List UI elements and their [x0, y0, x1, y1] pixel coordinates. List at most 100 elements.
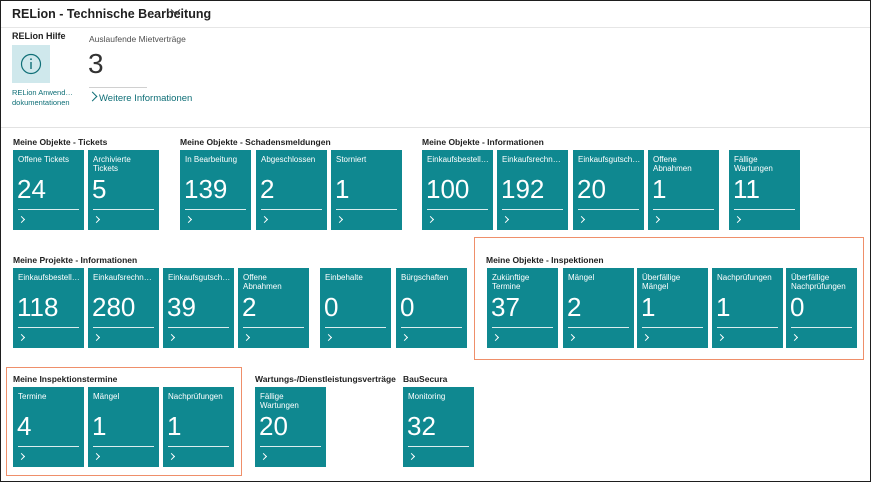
hilfe-documentation-link[interactable]: RELion Anwend… dokumentationen — [12, 88, 73, 108]
mietvertraege-heading: Auslaufende Mietverträge — [89, 34, 186, 44]
kpi-tile-label: Mängel — [568, 273, 595, 282]
chevron-right-icon — [17, 333, 26, 342]
kpi-tile-value: 280 — [92, 292, 136, 322]
kpi-tile[interactable]: Einkaufsgutsch… 39 — [163, 268, 234, 348]
kpi-tile[interactable]: Mängel 2 — [563, 268, 634, 348]
kpi-tile-value: 4 — [17, 411, 32, 441]
kpi-tile-divider — [243, 327, 304, 328]
kpi-tile-value: 39 — [167, 292, 196, 322]
chevron-right-icon — [577, 215, 586, 224]
kpi-tile[interactable]: Nachprüfungen 1 — [163, 387, 234, 467]
kpi-tile-divider — [18, 327, 79, 328]
kpi-tile[interactable]: Einbehalte 0 — [320, 268, 391, 348]
kpi-tile[interactable]: Offene Abnahmen 1 — [648, 150, 719, 230]
kpi-tile-label: Termine — [18, 392, 47, 401]
hilfe-link-line1: RELion Anwend… — [12, 88, 73, 97]
kpi-tile-divider — [18, 446, 79, 447]
kpi-tile-label: Nachprüfungen — [717, 273, 772, 282]
hilfe-tile[interactable] — [12, 45, 50, 83]
section-divider — [1, 127, 870, 128]
kpi-tile[interactable]: Abgeschlossen 2 — [256, 150, 327, 230]
kpi-tile-label: Nachprüfungen — [168, 392, 223, 401]
kpi-tile[interactable]: Einkaufsgutsch… 20 — [573, 150, 644, 230]
kpi-tile[interactable]: Nachprüfungen 1 — [712, 268, 783, 348]
group-heading-obj_info: Meine Objekte - Informationen — [422, 137, 544, 147]
page-title: RELion - Technische Bearbeitung — [12, 7, 212, 21]
kpi-tile[interactable]: Einkaufsrechn… 280 — [88, 268, 159, 348]
kpi-tile-value: 11 — [733, 174, 760, 204]
kpi-tile[interactable]: Fällige Wartungen 20 — [255, 387, 326, 467]
chevron-right-icon — [167, 452, 176, 461]
chevron-right-icon — [641, 333, 650, 342]
group-heading-wartung: Wartungs-/Dienstleistungsverträge — [255, 374, 396, 384]
kpi-tile-value: 32 — [407, 411, 436, 441]
chevron-right-icon — [501, 215, 510, 224]
kpi-tile-divider — [427, 209, 488, 210]
kpi-tile-divider — [93, 327, 154, 328]
kpi-tile[interactable]: Mängel 1 — [88, 387, 159, 467]
kpi-tile-divider — [93, 209, 154, 210]
group-heading-tickets: Meine Objekte - Tickets — [13, 137, 108, 147]
group-heading-inspektionen: Meine Objekte - Inspektionen — [486, 255, 604, 265]
group-heading-bausecura: BauSecura — [403, 374, 448, 384]
weitere-informationen-link[interactable]: Weitere Informationen — [87, 91, 192, 104]
kpi-tile-divider — [336, 209, 397, 210]
kpi-tile-value: 118 — [17, 292, 59, 322]
kpi-tile[interactable]: Termine 4 — [13, 387, 84, 467]
kpi-tile-label: Storniert — [336, 155, 367, 164]
kpi-tile[interactable]: Einkaufsbestell… 100 — [422, 150, 493, 230]
kpi-tile[interactable]: Einkaufsrechn… 192 — [497, 150, 568, 230]
kpi-tile-divider — [791, 327, 852, 328]
chevron-right-icon — [184, 215, 193, 224]
chevron-right-icon — [426, 215, 435, 224]
kpi-tile-label: Bürgschaften — [401, 273, 449, 282]
chevron-down-icon[interactable] — [170, 8, 181, 16]
kpi-tile-divider — [93, 446, 154, 447]
kpi-tile-value: 0 — [324, 292, 339, 322]
chevron-right-icon — [324, 333, 333, 342]
chevron-right-icon — [567, 333, 576, 342]
kpi-tile-label: Offene Abnahmen — [243, 273, 282, 291]
kpi-tile-label: Archivierte Tickets — [93, 155, 131, 173]
kpi-tile-value: 1 — [92, 411, 107, 441]
kpi-tile-divider — [408, 446, 469, 447]
kpi-tile[interactable]: Überfällige Mängel 1 — [637, 268, 708, 348]
kpi-tile[interactable]: Storniert 1 — [331, 150, 402, 230]
chevron-right-icon — [790, 333, 799, 342]
kpi-tile[interactable]: Überfällige Nachprüfungen 0 — [786, 268, 857, 348]
kpi-tile-label: Einbehalte — [325, 273, 363, 282]
kpi-tile[interactable]: Einkaufsbestell… 118 — [13, 268, 84, 348]
chevron-right-icon — [242, 333, 251, 342]
kpi-tile[interactable]: Archivierte Tickets 5 — [88, 150, 159, 230]
title-bar: RELion - Technische Bearbeitung — [1, 1, 870, 28]
kpi-tile[interactable]: Zukünftige Termine 37 — [487, 268, 558, 348]
kpi-tile-label: Einkaufsrechn… — [93, 273, 152, 282]
kpi-tile-value: 0 — [790, 292, 805, 322]
kpi-tile[interactable]: Offene Tickets 24 — [13, 150, 84, 230]
kpi-tile-label: Fällige Wartungen — [734, 155, 773, 173]
mietvertraege-count[interactable]: 3 — [88, 48, 104, 80]
group-heading-inspektionstermine: Meine Inspektionstermine — [13, 374, 118, 384]
kpi-tile-value: 20 — [577, 174, 606, 204]
kpi-tile-divider — [568, 327, 629, 328]
chevron-right-icon — [716, 333, 725, 342]
kpi-tile-divider — [261, 209, 322, 210]
chevron-right-icon — [17, 215, 26, 224]
kpi-tile[interactable]: Fällige Wartungen 11 — [729, 150, 800, 230]
chevron-right-icon — [407, 452, 416, 461]
kpi-tile-label: Offene Abnahmen — [653, 155, 692, 173]
kpi-tile-value: 20 — [259, 411, 288, 441]
chevron-right-icon — [92, 452, 101, 461]
kpi-tile[interactable]: Bürgschaften 0 — [396, 268, 467, 348]
kpi-tile[interactable]: Monitoring 32 — [403, 387, 474, 467]
kpi-tile-value: 37 — [491, 292, 520, 322]
kpi-tile-divider — [653, 209, 714, 210]
kpi-tile-label: Einkaufsrechn… — [502, 155, 561, 164]
kpi-tile[interactable]: Offene Abnahmen 2 — [238, 268, 309, 348]
kpi-tile-value: 1 — [716, 292, 731, 322]
kpi-tile-divider — [578, 209, 639, 210]
chevron-right-icon — [652, 215, 661, 224]
kpi-tile[interactable]: In Bearbeitung 139 — [180, 150, 251, 230]
kpi-tile-label: Offene Tickets — [18, 155, 69, 164]
kpi-tile-divider — [734, 209, 795, 210]
